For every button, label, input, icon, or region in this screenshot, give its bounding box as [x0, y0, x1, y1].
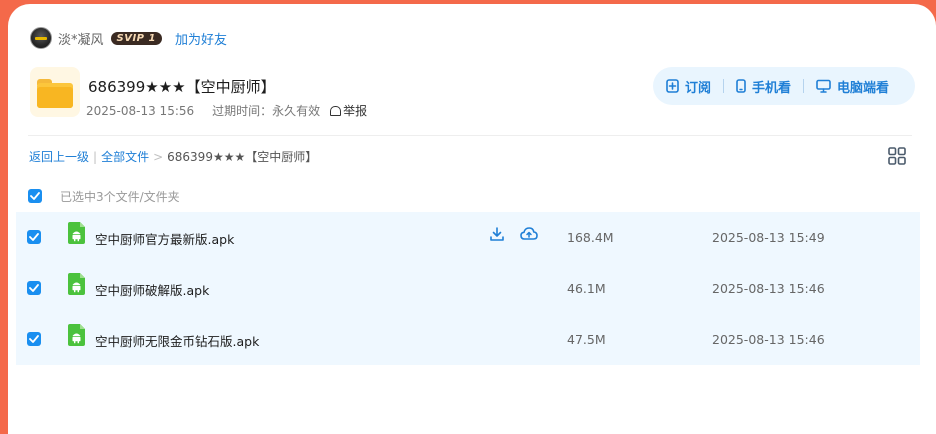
checkbox-checked-icon: [29, 233, 39, 241]
file-date: 2025-08-13 15:49: [712, 230, 825, 245]
report-label: 举报: [343, 104, 368, 118]
phone-icon: [736, 79, 746, 93]
desktop-view-button[interactable]: 电脑端看: [816, 77, 889, 96]
file-name[interactable]: 空中厨师破解版.apk: [95, 280, 209, 299]
file-row[interactable]: 空中厨师官方最新版.apk 168.4M 2025-08-13 15:49: [16, 212, 920, 263]
share-expire-time: 过期时间：永久有效: [212, 104, 321, 118]
view-actions: 订阅 手机看 电脑端看: [653, 67, 915, 105]
folder-icon: [30, 67, 80, 117]
file-row[interactable]: 空中厨师破解版.apk 46.1M 2025-08-13 15:46: [16, 263, 920, 314]
checkbox-checked-icon: [29, 335, 39, 343]
divider: [723, 79, 725, 93]
mobile-view-label: 手机看: [752, 80, 792, 96]
file-checkbox[interactable]: [27, 332, 41, 346]
checkbox-checked-icon: [30, 192, 40, 200]
monitor-icon: [816, 79, 831, 93]
breadcrumb: 返回上一级 | 全部文件 > 686399★★★【空中厨师】: [29, 148, 317, 165]
file-date: 2025-08-13 15:46: [712, 332, 825, 347]
share-created-time: 2025-08-13 15:56: [86, 103, 195, 118]
breadcrumb-current: 686399★★★【空中厨师】: [167, 150, 318, 164]
cloud-save-icon[interactable]: [520, 226, 538, 242]
grid-view-icon[interactable]: [888, 147, 906, 165]
breadcrumb-separator: |: [93, 149, 98, 164]
add-friend-link[interactable]: 加为好友: [175, 29, 227, 48]
sharer-name[interactable]: 淡*凝风: [58, 29, 104, 48]
file-size: 46.1M: [567, 281, 606, 296]
divider: [803, 79, 805, 93]
file-size: 47.5M: [567, 332, 606, 347]
file-name[interactable]: 空中厨师无限金币钻石版.apk: [95, 331, 259, 350]
file-list: 空中厨师官方最新版.apk 168.4M 2025-08-13 15:49 空中…: [16, 212, 920, 365]
vip-badge: SVIP 1: [110, 31, 162, 45]
breadcrumb-back-link[interactable]: 返回上一级: [29, 148, 89, 165]
file-checkbox[interactable]: [27, 281, 41, 295]
subscribe-icon: [666, 79, 679, 93]
share-title: 686399★★★【空中厨师】: [88, 78, 276, 96]
file-row[interactable]: 空中厨师无限金币钻石版.apk 47.5M 2025-08-13 15:46: [16, 314, 920, 365]
breadcrumb-separator: >: [153, 149, 164, 164]
report-icon: [330, 105, 342, 116]
desktop-view-label: 电脑端看: [837, 80, 890, 96]
checkbox-checked-icon: [29, 284, 39, 292]
report-button[interactable]: 举报: [330, 102, 367, 119]
apk-file-icon: [68, 222, 85, 244]
file-checkbox[interactable]: [27, 230, 41, 244]
subscribe-button[interactable]: 订阅: [666, 77, 711, 96]
breadcrumb-all-files-link[interactable]: 全部文件: [101, 148, 149, 165]
file-date: 2025-08-13 15:46: [712, 281, 825, 296]
divider: [28, 135, 912, 136]
file-size: 168.4M: [567, 230, 614, 245]
avatar[interactable]: [30, 27, 52, 49]
download-icon[interactable]: [489, 226, 505, 242]
share-card: 淡*凝风 SVIP 1 加为好友 686399★★★【空中厨师】 2025-08…: [8, 4, 936, 434]
share-meta: 2025-08-13 15:56 过期时间：永久有效 举报: [86, 102, 367, 119]
apk-file-icon: [68, 273, 85, 295]
file-name[interactable]: 空中厨师官方最新版.apk: [95, 229, 234, 248]
apk-file-icon: [68, 324, 85, 346]
selection-status: 已选中3个文件/文件夹: [60, 189, 180, 204]
select-all-row: 已选中3个文件/文件夹: [28, 187, 180, 205]
select-all-checkbox[interactable]: [28, 189, 42, 203]
subscribe-label: 订阅: [685, 80, 712, 96]
sharer-info: 淡*凝风 SVIP 1 加为好友: [30, 27, 227, 49]
mobile-view-button[interactable]: 手机看: [736, 77, 791, 96]
